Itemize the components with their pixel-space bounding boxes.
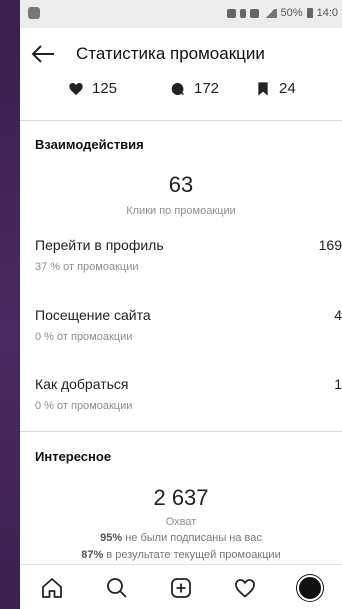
header: Статистика промоакции	[20, 28, 342, 80]
comment-icon	[171, 82, 184, 95]
from-promo-line: 87% в результате текущей промоакции	[20, 549, 342, 561]
row-label: Перейти в профиль	[35, 237, 164, 253]
bookmark-icon	[258, 81, 268, 96]
page-title: Статистика промоакции	[76, 44, 265, 63]
row-sub: 0 % от промоакции	[35, 400, 133, 412]
row-label: Как добраться	[35, 376, 129, 392]
bottom-nav	[20, 564, 342, 609]
reach-label: Охват	[165, 516, 197, 528]
back-button[interactable]	[30, 42, 56, 66]
heart-icon	[69, 82, 83, 95]
nav-activity[interactable]	[231, 574, 259, 602]
not-followers-line: 95% не были подписаны на вас	[20, 532, 342, 544]
interactions-title: Взаимодействия	[35, 137, 144, 152]
signal-icon	[262, 8, 277, 18]
from-promo-percent: 87%	[81, 549, 104, 561]
home-icon	[42, 577, 63, 598]
nav-search[interactable]	[103, 574, 131, 602]
sim-icon	[226, 8, 236, 18]
from-promo-text: в результате текущей промоакции	[103, 549, 281, 561]
saves-count: 24	[255, 80, 296, 97]
battery-percent: 50%	[280, 7, 303, 19]
add-post-icon	[171, 577, 191, 598]
comments-count: 172	[170, 80, 219, 97]
app-notification-icon	[28, 7, 40, 19]
clicks-label: Клики по промоакции	[126, 205, 236, 217]
nav-add-post[interactable]	[167, 574, 195, 602]
row-value: 1	[334, 376, 342, 392]
nav-home[interactable]	[38, 574, 66, 602]
engagement-counts: 125 172 24	[20, 80, 342, 102]
row-value: 4	[334, 307, 342, 323]
row-sub: 37 % от промоакции	[35, 261, 139, 273]
likes-count: 125	[68, 80, 117, 97]
alarm-icon	[249, 8, 259, 18]
not-followers-percent: 95%	[100, 532, 123, 544]
clicks-value: 63	[168, 172, 194, 197]
divider	[20, 431, 342, 432]
row-value: 169	[318, 237, 342, 253]
row-sub: 0 % от промоакции	[35, 331, 133, 343]
nav-profile[interactable]	[296, 574, 324, 602]
interesting-title: Интересное	[35, 449, 112, 464]
phone-screen: 50% 14:0 Статистика промоакции 125 172 2…	[20, 0, 342, 609]
divider	[20, 120, 342, 121]
bluetooth-icon	[239, 8, 246, 18]
back-arrow-icon	[31, 45, 54, 63]
search-icon	[106, 577, 127, 598]
comments-value: 172	[194, 80, 220, 97]
status-bar-right: 50% 14:0	[226, 7, 338, 19]
not-followers-text: не были подписаны на вас	[122, 532, 262, 544]
status-time: 14:0	[316, 7, 338, 19]
battery-icon	[306, 8, 313, 18]
reach-value: 2 637	[153, 485, 209, 510]
activity-heart-icon	[235, 578, 256, 598]
status-bar: 50% 14:0	[20, 0, 342, 28]
likes-value: 125	[92, 80, 118, 97]
saves-value: 24	[279, 80, 296, 97]
row-label: Посещение сайта	[35, 307, 151, 323]
profile-avatar	[296, 574, 323, 601]
